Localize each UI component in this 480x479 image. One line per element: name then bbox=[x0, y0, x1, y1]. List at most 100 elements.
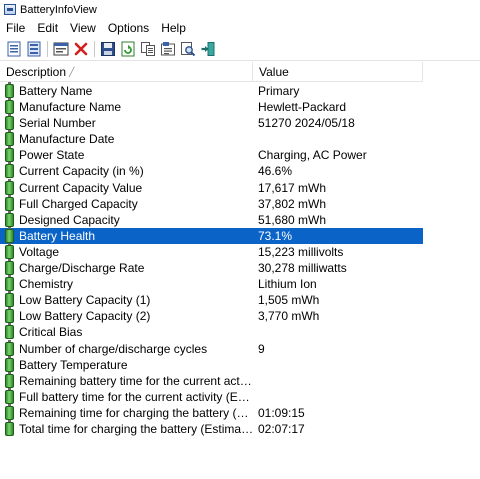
row-description: Critical Bias bbox=[19, 325, 83, 340]
advanced-options-button[interactable] bbox=[52, 40, 70, 58]
menu-file[interactable]: File bbox=[0, 21, 31, 35]
menu-bar: File Edit View Options Help bbox=[0, 19, 480, 37]
list-header: Description ╱ Value bbox=[0, 62, 423, 82]
refresh-button[interactable] bbox=[119, 40, 137, 58]
row-description: Number of charge/discharge cycles bbox=[19, 341, 208, 356]
table-row[interactable]: Critical Bias bbox=[0, 323, 423, 340]
table-row[interactable]: Designed Capacity 51,680 mWh bbox=[0, 210, 423, 228]
battery-icon bbox=[5, 210, 14, 227]
battery-icon bbox=[5, 387, 14, 404]
battery-icon bbox=[5, 307, 14, 324]
battery-icon bbox=[5, 226, 14, 243]
row-description: Remaining battery time for the current a… bbox=[19, 373, 254, 388]
table-row[interactable]: Current Capacity Value 17,617 mWh bbox=[0, 178, 423, 196]
row-value: 1,505 mWh bbox=[258, 293, 320, 308]
table-row[interactable]: Charge/Discharge Rate 30,278 milliwatts bbox=[0, 259, 423, 276]
exit-icon bbox=[201, 41, 215, 56]
toolbar-separator bbox=[94, 40, 95, 57]
menu-edit[interactable]: Edit bbox=[31, 21, 64, 35]
battery-icon bbox=[5, 194, 14, 211]
battery-icon bbox=[5, 371, 14, 388]
html-report-icon bbox=[161, 41, 175, 55]
table-row[interactable]: Battery Name Primary bbox=[0, 82, 423, 99]
menu-options[interactable]: Options bbox=[102, 21, 155, 35]
find-icon bbox=[181, 41, 196, 56]
table-row[interactable]: Current Capacity (in %) 46.6% bbox=[0, 162, 423, 179]
battery-icon bbox=[5, 323, 14, 340]
table-row[interactable]: Low Battery Capacity (2) 3,770 mWh bbox=[0, 307, 423, 324]
table-row[interactable]: Full Charged Capacity 37,802 mWh bbox=[0, 194, 423, 212]
delete-button[interactable] bbox=[72, 40, 90, 58]
row-description: Designed Capacity bbox=[19, 212, 120, 227]
battery-icon bbox=[5, 162, 14, 179]
battery-icon bbox=[5, 82, 14, 98]
list-rows: Battery Name Primary Manufacture Name Hewle… bbox=[0, 82, 480, 437]
table-row[interactable]: Battery Health 73.1% bbox=[0, 226, 423, 244]
save-button[interactable] bbox=[99, 40, 117, 58]
table-row[interactable]: Number of charge/discharge cycles 9 bbox=[0, 339, 423, 357]
row-description: Charge/Discharge Rate bbox=[19, 261, 145, 276]
find-button[interactable] bbox=[179, 40, 197, 58]
battery-icon bbox=[5, 403, 14, 420]
copy-button[interactable] bbox=[139, 40, 157, 58]
delete-icon bbox=[74, 42, 88, 55]
table-row[interactable]: Voltage 15,223 millivolts bbox=[0, 242, 423, 260]
battery-icon bbox=[5, 291, 14, 308]
properties-button[interactable] bbox=[5, 40, 23, 58]
battery-icon bbox=[5, 178, 14, 195]
table-row[interactable]: Battery Temperature bbox=[0, 355, 423, 373]
column-header-value[interactable]: Value bbox=[253, 62, 423, 82]
column-header-description-label: Description bbox=[6, 65, 67, 79]
exit-button[interactable] bbox=[199, 40, 217, 58]
table-row[interactable]: Manufacture Date bbox=[0, 130, 423, 147]
table-row[interactable]: Remaining battery time for the current a… bbox=[0, 371, 423, 389]
row-description: Battery Health bbox=[19, 228, 96, 243]
toolbar-separator bbox=[47, 40, 48, 57]
row-description: Power State bbox=[19, 148, 85, 163]
row-value: 73.1% bbox=[258, 228, 293, 243]
table-row[interactable]: Remaining time for charging the battery … bbox=[0, 403, 423, 421]
table-row[interactable]: Power State Charging, AC Power bbox=[0, 146, 423, 163]
refresh-icon bbox=[121, 41, 135, 56]
row-value: 46.6% bbox=[258, 164, 293, 179]
table-row[interactable]: Low Battery Capacity (1) 1,505 mWh bbox=[0, 291, 423, 308]
menu-view[interactable]: View bbox=[64, 21, 102, 35]
row-value: 01:09:15 bbox=[258, 405, 305, 420]
table-row[interactable]: Serial Number 51270 2024/05/18 bbox=[0, 114, 423, 131]
row-description: Low Battery Capacity (2) bbox=[19, 309, 151, 324]
row-description: Current Capacity (in %) bbox=[19, 164, 144, 179]
row-description: Serial Number bbox=[19, 116, 96, 131]
toolbar bbox=[0, 37, 480, 61]
row-value: 51270 2024/05/18 bbox=[258, 116, 355, 131]
row-value: 9 bbox=[258, 341, 265, 356]
row-description: Battery Temperature bbox=[19, 357, 128, 372]
battery-info-list[interactable]: Description ╱ Value Battery Name Primary M… bbox=[0, 62, 480, 479]
app-icon bbox=[4, 4, 16, 15]
html-report-button[interactable] bbox=[159, 40, 177, 58]
row-description: Chemistry bbox=[19, 277, 74, 292]
battery-icon bbox=[5, 146, 14, 163]
table-row[interactable]: Manufacture Name Hewlett-Packard bbox=[0, 98, 423, 115]
row-value: 37,802 mWh bbox=[258, 196, 327, 211]
battery-icon bbox=[5, 259, 14, 276]
row-description: Low Battery Capacity (1) bbox=[19, 293, 151, 308]
row-value: Charging, AC Power bbox=[258, 148, 367, 163]
window-title: BatteryInfoView bbox=[20, 3, 97, 16]
table-row[interactable]: Full battery time for the current activi… bbox=[0, 387, 423, 405]
table-row[interactable]: Total time for charging the battery (Est… bbox=[0, 419, 423, 437]
row-description: Full Charged Capacity bbox=[19, 196, 138, 211]
row-value: 17,617 mWh bbox=[258, 180, 327, 195]
title-bar: BatteryInfoView bbox=[0, 0, 480, 19]
battery-icon bbox=[5, 275, 14, 292]
row-description: Manufacture Name bbox=[19, 100, 122, 115]
row-value: 3,770 mWh bbox=[258, 309, 320, 324]
report-icon bbox=[27, 41, 41, 56]
table-row[interactable]: Chemistry Lithium Ion bbox=[0, 275, 423, 292]
menu-help[interactable]: Help bbox=[155, 21, 192, 35]
column-header-description[interactable]: Description ╱ bbox=[0, 62, 253, 82]
battery-icon bbox=[5, 114, 14, 131]
report-button[interactable] bbox=[25, 40, 43, 58]
row-description: Voltage bbox=[19, 244, 60, 259]
row-description: Battery Name bbox=[19, 84, 93, 98]
row-value: 30,278 milliwatts bbox=[258, 261, 347, 276]
